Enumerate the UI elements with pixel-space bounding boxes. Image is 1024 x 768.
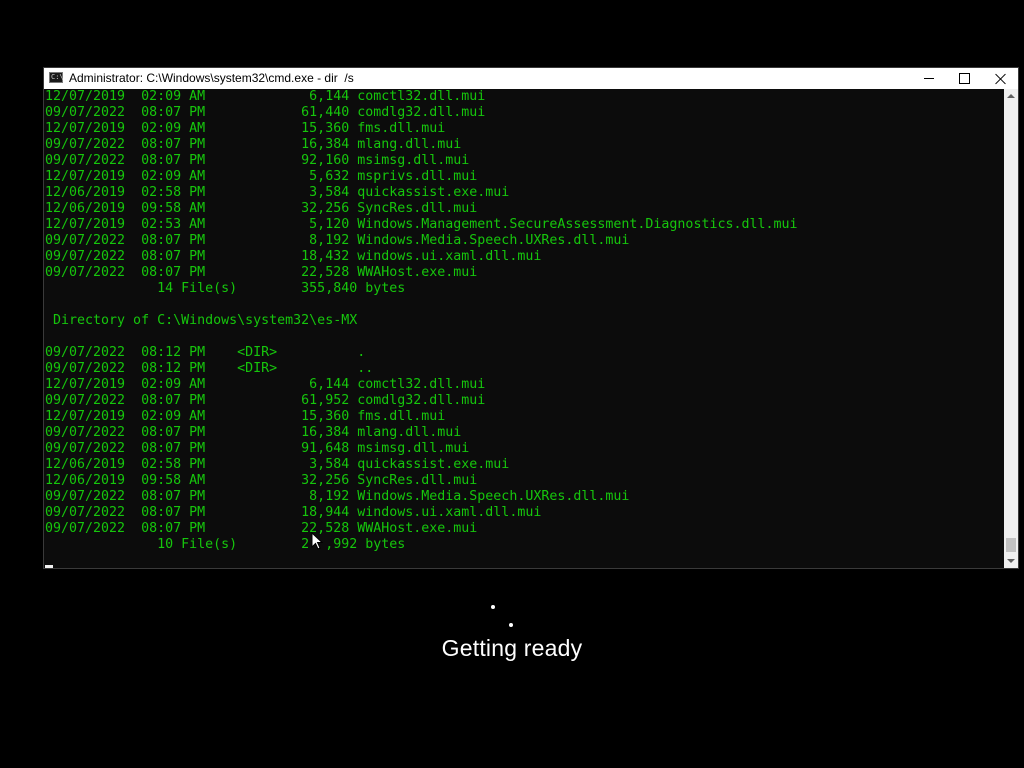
text-cursor [45, 565, 53, 568]
console-line: 12/07/2019 02:09 AM 5,632 msprivs.dll.mu… [45, 169, 478, 184]
console-line: 09/07/2022 08:07 PM 61,952 comdlg32.dll.… [45, 393, 486, 408]
cmd-icon[interactable]: C:\ [49, 72, 64, 83]
console-line: 12/06/2019 09:58 AM 32,256 SyncRes.dll.m… [45, 201, 478, 216]
cmd-icon-glyph: C:\ [51, 73, 64, 81]
console-line: 09/07/2022 08:07 PM 91,648 msimsg.dll.mu… [45, 441, 470, 456]
console-line: 09/07/2022 08:12 PM <DIR> .. [45, 361, 374, 376]
console-line: 12/07/2019 02:09 AM 6,144 comctl32.dll.m… [45, 89, 486, 104]
title-bar[interactable]: C:\ Administrator: C:\Windows\system32\c… [44, 68, 1018, 89]
close-button[interactable] [982, 68, 1019, 89]
cmd-window[interactable]: C:\ Administrator: C:\Windows\system32\c… [43, 67, 1019, 569]
console-line: 09/07/2022 08:07 PM 22,528 WWAHost.exe.m… [45, 521, 478, 536]
scroll-down-arrow-icon[interactable] [1007, 559, 1015, 563]
status-text: Getting ready [441, 635, 583, 661]
console-line: 09/07/2022 08:07 PM 18,432 windows.ui.xa… [45, 249, 542, 264]
console-line: 09/07/2022 08:07 PM 61,440 comdlg32.dll.… [45, 105, 486, 120]
console-line: 09/07/2022 08:07 PM 92,160 msimsg.dll.mu… [45, 153, 470, 168]
minimize-button[interactable] [910, 68, 947, 89]
console-line: 12/07/2019 02:53 AM 5,120 Windows.Manage… [45, 217, 798, 232]
maximize-icon [959, 73, 970, 84]
vertical-scrollbar[interactable] [1004, 89, 1018, 568]
console-line: 09/07/2022 08:07 PM 16,384 mlang.dll.mui [45, 425, 462, 440]
console-line: 09/07/2022 08:07 PM 22,528 WWAHost.exe.m… [45, 265, 478, 280]
console-area[interactable]: 12/07/2019 02:09 AM 6,144 comctl32.dll.m… [44, 89, 1004, 568]
loading-spinner-icon [491, 605, 495, 609]
console-line: 09/07/2022 08:07 PM 16,384 mlang.dll.mui [45, 137, 462, 152]
prompt-line[interactable] [44, 553, 1004, 568]
console-line: 10 File(s) 2 ,992 bytes [45, 537, 406, 552]
console-line: 14 File(s) 355,840 bytes [45, 281, 406, 296]
console-line: 09/07/2022 08:12 PM <DIR> . [45, 345, 366, 360]
close-icon [995, 73, 1007, 85]
desktop-screen: C:\ Administrator: C:\Windows\system32\c… [0, 0, 1024, 768]
console-line: Directory of C:\Windows\system32\es-MX [45, 313, 358, 328]
scroll-up-arrow-icon[interactable] [1007, 94, 1015, 98]
console-line: 09/07/2022 08:07 PM 8,192 Windows.Media.… [45, 233, 630, 248]
console-output: 12/07/2019 02:09 AM 6,144 comctl32.dll.m… [44, 89, 1004, 553]
minimize-icon [923, 78, 934, 79]
window-title: Administrator: C:\Windows\system32\cmd.e… [69, 71, 354, 85]
console-line: 12/06/2019 02:58 PM 3,584 quickassist.ex… [45, 457, 510, 472]
console-line: 12/07/2019 02:09 AM 15,360 fms.dll.mui [45, 409, 446, 424]
console-line: 09/07/2022 08:07 PM 8,192 Windows.Media.… [45, 489, 630, 504]
console-line: 12/07/2019 02:09 AM 15,360 fms.dll.mui [45, 121, 446, 136]
maximize-button[interactable] [946, 68, 983, 89]
console-line: 12/07/2019 02:09 AM 6,144 comctl32.dll.m… [45, 377, 486, 392]
scroll-thumb[interactable] [1006, 538, 1016, 552]
getting-ready-overlay: Getting ready [0, 600, 1024, 680]
console-line: 12/06/2019 02:58 PM 3,584 quickassist.ex… [45, 185, 510, 200]
mouse-pointer-icon [311, 532, 323, 550]
console-line: 09/07/2022 08:07 PM 18,944 windows.ui.xa… [45, 505, 542, 520]
loading-spinner-icon [509, 623, 513, 627]
console-line: 12/06/2019 09:58 AM 32,256 SyncRes.dll.m… [45, 473, 478, 488]
